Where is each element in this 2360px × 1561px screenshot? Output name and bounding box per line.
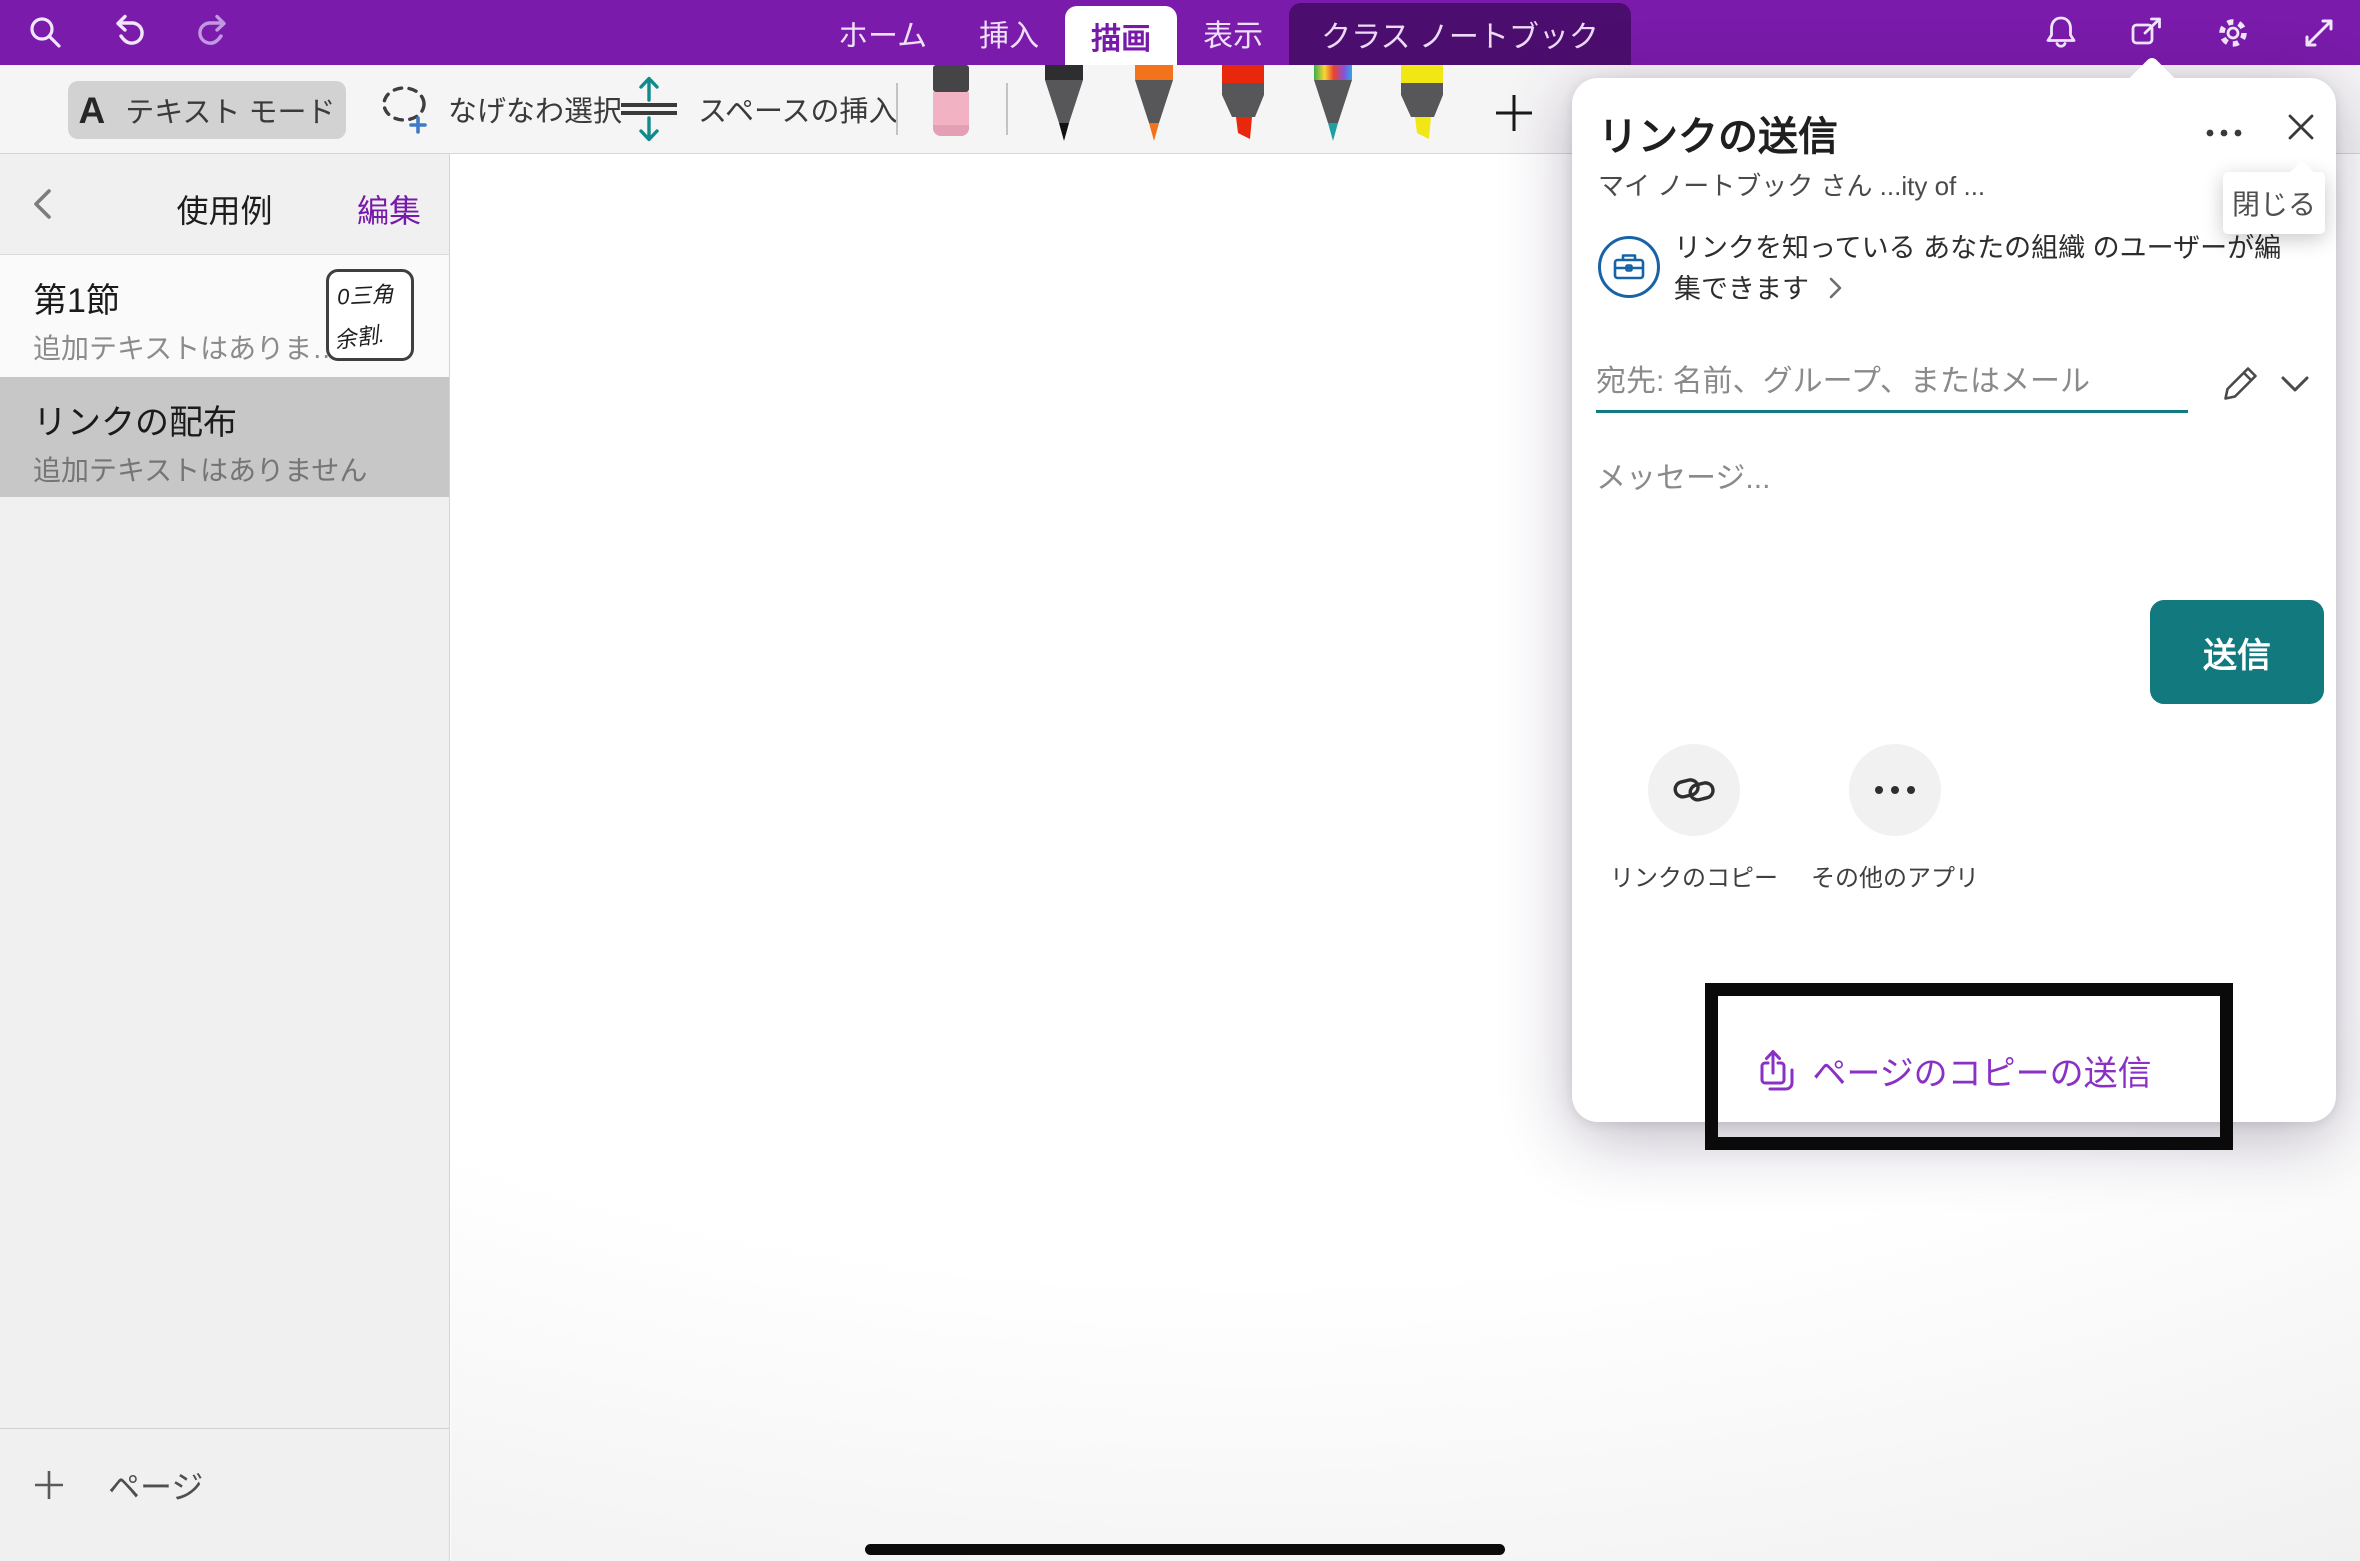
more-options-icon[interactable] <box>2204 126 2244 140</box>
tab-class-notebook[interactable]: クラス ノートブック <box>1289 3 1631 65</box>
send-link-dialog: リンクの送信 マイ ノートブック さん ...ity of ... リンクを知っ… <box>1572 78 2336 1122</box>
send-page-copy-label: ページのコピーの送信 <box>1812 1046 2151 1095</box>
highlighter-red-icon <box>1210 65 1276 143</box>
more-apps-button[interactable]: その他のアプリ <box>1795 744 1995 893</box>
pen-rainbow-icon <box>1299 65 1365 143</box>
thumbnail-ink-text: 余割. <box>332 317 386 356</box>
dialog-title: リンクの送信 <box>1598 104 1838 162</box>
eraser-tool[interactable] <box>922 65 980 143</box>
undo-icon[interactable] <box>108 12 150 54</box>
copy-link-button[interactable]: リンクのコピー <box>1594 744 1794 893</box>
page-list-sidebar: 使用例 編集 第1節 追加テキストはありま… 0三角 余割. リンクの配布 追加… <box>0 154 450 1561</box>
edit-button[interactable]: 編集 <box>357 186 421 232</box>
search-icon[interactable] <box>24 12 66 54</box>
link-permission-setting[interactable]: リンクを知っている あなたの組織 のユーザーが編集できます <box>1674 228 2302 310</box>
bell-icon[interactable] <box>2040 12 2082 54</box>
toolbar-separator <box>1006 83 1008 135</box>
more-apps-label: その他のアプリ <box>1795 858 1995 893</box>
lasso-icon <box>378 78 432 140</box>
share-icon[interactable] <box>2126 12 2168 54</box>
page-subtitle: 追加テキストはありま… <box>33 327 340 367</box>
share-page-icon <box>1756 1048 1796 1092</box>
close-tooltip-label: 閉じる <box>2232 183 2316 223</box>
eraser-icon <box>922 65 980 143</box>
copy-link-label: リンクのコピー <box>1594 858 1794 893</box>
plus-icon <box>1492 91 1536 135</box>
pen-orange-tool[interactable] <box>1120 65 1186 143</box>
pen-black-tool[interactable] <box>1030 65 1096 143</box>
insert-space-label: スペースの挿入 <box>698 88 898 130</box>
chevron-right-icon <box>1827 275 1843 301</box>
permission-text: リンクを知っている あなたの組織 のユーザーが編集できます <box>1674 233 2281 304</box>
pen-black-icon <box>1030 65 1096 143</box>
ribbon-tab-strip: ホーム 挿入 描画 表示 クラス ノートブック <box>812 0 1631 65</box>
topbar-right-icons <box>2040 0 2340 65</box>
message-input[interactable] <box>1596 448 2306 510</box>
text-mode-icon: A <box>79 92 106 129</box>
page-list-item-selected[interactable]: リンクの配布 追加テキストはありません <box>0 377 449 497</box>
add-page-label: ページ <box>108 1462 203 1508</box>
highlighter-yellow-icon <box>1389 65 1455 143</box>
tab-view[interactable]: 表示 <box>1177 0 1289 65</box>
close-tooltip: 閉じる <box>2223 172 2325 234</box>
plus-icon <box>32 1468 66 1502</box>
copy-link-circle <box>1648 744 1740 836</box>
page-title: 第1節 <box>33 273 120 322</box>
text-mode-label: テキスト モード <box>125 89 335 131</box>
more-apps-circle <box>1849 744 1941 836</box>
lasso-select-label: なげなわ選択 <box>448 88 622 130</box>
close-icon[interactable] <box>2282 108 2320 146</box>
tab-home[interactable]: ホーム <box>812 0 953 65</box>
sidebar-header: 使用例 編集 <box>0 154 449 255</box>
page-thumbnail: 0三角 余割. <box>326 269 414 361</box>
redo-icon[interactable] <box>192 12 234 54</box>
insert-space-button[interactable]: スペースの挿入 <box>616 65 898 153</box>
home-indicator-bar[interactable] <box>865 1544 1505 1555</box>
pencil-icon[interactable] <box>2220 362 2262 404</box>
send-page-copy-button[interactable]: ページのコピーの送信 <box>1572 1038 2336 1102</box>
insert-space-icon <box>616 74 682 144</box>
sidebar-footer-divider <box>0 1428 449 1429</box>
add-page-button[interactable]: ページ <box>0 1452 449 1518</box>
tab-insert[interactable]: 挿入 <box>953 0 1065 65</box>
thumbnail-ink-text: 0三角 <box>336 277 394 312</box>
pen-rainbow-tool[interactable] <box>1299 65 1365 143</box>
copy-link-icon <box>1671 770 1717 810</box>
lasso-select-button[interactable]: なげなわ選択 <box>378 65 622 153</box>
topbar-left-icons <box>24 0 234 65</box>
top-app-bar: ホーム 挿入 描画 表示 クラス ノートブック <box>0 0 2360 65</box>
recipient-input[interactable] <box>1596 354 2188 413</box>
text-mode-button[interactable]: A テキスト モード <box>68 81 346 139</box>
chevron-down-icon[interactable] <box>2278 372 2312 398</box>
page-title: リンクの配布 <box>33 395 237 444</box>
toolbar-separator <box>896 83 898 135</box>
gear-icon[interactable] <box>2212 12 2254 54</box>
tab-draw[interactable]: 描画 <box>1065 6 1177 65</box>
pen-orange-icon <box>1120 65 1186 143</box>
fullscreen-icon[interactable] <box>2298 12 2340 54</box>
dialog-subtitle: マイ ノートブック さん ...ity of ... <box>1598 166 1985 203</box>
more-apps-icon <box>1873 784 1917 796</box>
add-pen-button[interactable] <box>1492 91 1536 135</box>
page-list-item[interactable]: 第1節 追加テキストはありま… 0三角 余割. <box>0 255 449 377</box>
send-button[interactable]: 送信 <box>2150 600 2324 704</box>
briefcase-icon[interactable] <box>1598 236 1660 298</box>
highlighter-yellow-tool[interactable] <box>1389 65 1455 143</box>
page-subtitle: 追加テキストはありません <box>33 449 367 489</box>
highlighter-red-tool[interactable] <box>1210 65 1276 143</box>
onenote-app-window: ホーム 挿入 描画 表示 クラス ノートブック <box>0 0 2360 1561</box>
